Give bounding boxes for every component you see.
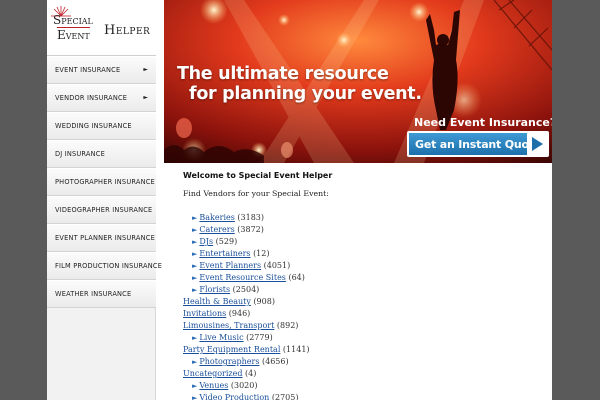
vendor-category-link[interactable]: Invitations	[183, 309, 226, 318]
vendor-count: (2779)	[246, 333, 273, 342]
nav-item-event-insurance[interactable]: EVENT INSURANCE ►	[47, 56, 156, 84]
vendor-count: (892)	[276, 321, 299, 330]
vendor-count: (908)	[253, 297, 275, 306]
nav-item-label: WEDDING INSURANCE	[55, 122, 132, 130]
list-item: ► Event Planners (4051)	[183, 260, 543, 272]
list-item: ► DJs (529)	[183, 236, 543, 248]
vendor-category-link[interactable]: Entertainers	[199, 249, 250, 258]
nav-item-label: DJ INSURANCE	[55, 150, 105, 158]
submenu-caret-icon: ►	[143, 66, 148, 73]
vendor-count: (3183)	[237, 213, 264, 222]
bullet-arrow-icon: ►	[192, 238, 198, 246]
hero-banner: The ultimate resource for planning your …	[164, 0, 552, 163]
vendor-count: (946)	[228, 309, 251, 318]
vendor-category-link[interactable]: Limousines, Transport	[183, 321, 274, 330]
main-content: Welcome to Special Event Helper Find Ven…	[183, 170, 543, 400]
list-item: ► Bakeries (3183)	[183, 212, 543, 224]
vendor-category-link[interactable]: Caterers	[199, 225, 234, 234]
bullet-arrow-icon: ►	[192, 382, 198, 390]
list-item: ► Live Music (2779)	[183, 332, 543, 344]
nav-item-vendor-insurance[interactable]: VENDOR INSURANCE ►	[47, 84, 156, 112]
list-item: Uncategorized (4)	[183, 368, 543, 380]
sidebar-nav: EVENT INSURANCE ► VENDOR INSURANCE ► WED…	[47, 56, 162, 308]
vendor-category-link[interactable]: Event Planners	[199, 261, 261, 270]
vendor-count: (4)	[245, 369, 257, 378]
vendor-category-list: ► Bakeries (3183) ► Caterers (3872) ► DJs (52…	[183, 212, 543, 400]
bullet-arrow-icon: ►	[192, 262, 198, 270]
list-item: ► Entertainers (12)	[183, 248, 543, 260]
list-item: Party Equipment Rental (1141)	[183, 344, 543, 356]
vendor-category-link[interactable]: DJs	[199, 237, 213, 246]
nav-item-videographer-insurance[interactable]: VIDEOGRAPHER INSURANCE	[47, 196, 156, 224]
vendor-category-link[interactable]: Video Production	[199, 393, 269, 400]
vendor-category-link[interactable]: Uncategorized	[183, 369, 242, 378]
bullet-arrow-icon: ►	[192, 358, 198, 366]
hero-headline: for planning your event.	[189, 84, 422, 104]
list-item: ► Photographers (4656)	[183, 356, 543, 368]
list-item: ► Event Resource Sites (64)	[183, 272, 543, 284]
nav-item-event-planner-insurance[interactable]: EVENT PLANNER INSURANCE	[47, 224, 156, 252]
vendor-count: (4656)	[261, 357, 289, 366]
nav-item-label: VENDOR INSURANCE	[55, 94, 128, 102]
vendor-count: (2504)	[232, 285, 260, 294]
bullet-arrow-icon: ►	[192, 250, 198, 258]
nav-item-label: EVENT INSURANCE	[55, 66, 121, 74]
vendor-count: (2705)	[271, 393, 299, 400]
page: Special Event Helper EVENT INSURANCE ► V…	[47, 0, 552, 400]
bullet-arrow-icon: ►	[192, 226, 198, 234]
list-item: ► Venues (3020)	[183, 380, 543, 392]
hero-headline: The ultimate resource	[177, 64, 389, 84]
vendor-category-link[interactable]: Bakeries	[199, 213, 234, 222]
vendor-count: (12)	[253, 249, 270, 258]
list-item: ► Caterers (3872)	[183, 224, 543, 236]
vendor-category-link[interactable]: Live Music	[199, 333, 243, 342]
vendor-category-link[interactable]: Health & Beauty	[183, 297, 251, 306]
vendor-count: (4051)	[263, 261, 291, 270]
logo-text-event: Event	[57, 27, 90, 42]
list-item: Invitations (946)	[183, 308, 543, 320]
submenu-caret-icon: ►	[143, 94, 148, 101]
vendor-count: (1141)	[282, 345, 310, 354]
list-item: Health & Beauty (908)	[183, 296, 543, 308]
bullet-arrow-icon: ►	[192, 286, 198, 294]
nav-item-photographer-insurance[interactable]: PHOTOGRAPHER INSURANCE	[47, 168, 156, 196]
list-item: ► Video Production (2705)	[183, 392, 543, 400]
list-item: Limousines, Transport (892)	[183, 320, 543, 332]
need-insurance-text: Need Event Insurance?	[414, 116, 552, 129]
nav-item-weather-insurance[interactable]: WEATHER INSURANCE	[47, 280, 156, 308]
logo-text-special: Special	[53, 13, 93, 27]
bullet-arrow-icon: ►	[192, 334, 198, 342]
nav-item-dj-insurance[interactable]: DJ INSURANCE	[47, 140, 156, 168]
logo-text-helper: Helper	[104, 23, 151, 38]
vendor-count: (529)	[215, 237, 238, 246]
nav-item-label: FILM PRODUCTION INSURANCE	[55, 262, 163, 270]
bullet-arrow-icon: ►	[192, 394, 198, 400]
sidebar: Special Event Helper EVENT INSURANCE ► V…	[47, 0, 162, 400]
site-logo[interactable]: Special Event Helper	[47, 0, 156, 56]
quote-button-label: Get an Instant Quote	[415, 138, 542, 151]
vendor-count: (3020)	[230, 381, 258, 390]
get-instant-quote-button[interactable]: Get an Instant Quote	[407, 131, 549, 157]
nav-item-label: EVENT PLANNER INSURANCE	[55, 234, 155, 242]
page-title: Welcome to Special Event Helper	[183, 171, 333, 180]
nav-item-label: VIDEOGRAPHER INSURANCE	[55, 206, 153, 214]
play-arrow-icon	[527, 133, 547, 155]
vendor-category-link[interactable]: Photographers	[199, 357, 259, 366]
vendor-category-link[interactable]: Party Equipment Rental	[183, 345, 280, 354]
vendor-count: (64)	[288, 273, 305, 282]
nav-item-wedding-insurance[interactable]: WEDDING INSURANCE	[47, 112, 156, 140]
vendor-category-link[interactable]: Venues	[199, 381, 228, 390]
list-item: ► Florists (2504)	[183, 284, 543, 296]
nav-item-label: WEATHER INSURANCE	[55, 290, 132, 298]
nav-item-label: PHOTOGRAPHER INSURANCE	[55, 178, 155, 186]
nav-item-film-production-insurance[interactable]: FILM PRODUCTION INSURANCE	[47, 252, 162, 280]
bullet-arrow-icon: ►	[192, 214, 198, 222]
intro-text: Find Vendors for your Special Event:	[183, 189, 329, 198]
vendor-category-link[interactable]: Event Resource Sites	[199, 273, 286, 282]
bullet-arrow-icon: ►	[192, 274, 198, 282]
vendor-count: (3872)	[237, 225, 264, 234]
vendor-category-link[interactable]: Florists	[199, 285, 230, 294]
